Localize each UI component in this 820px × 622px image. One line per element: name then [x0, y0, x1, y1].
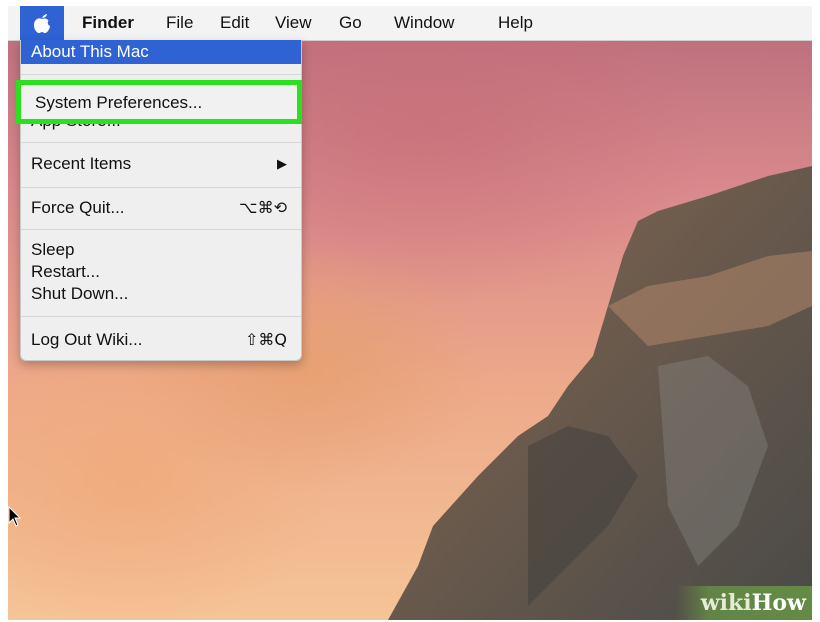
menu-help[interactable]: Help: [498, 6, 533, 40]
watermark-wiki: wiki: [700, 590, 752, 616]
menu-view[interactable]: View: [275, 6, 312, 40]
menu-item-force-quit[interactable]: Force Quit... ⌥⌘⟲: [21, 196, 301, 220]
menu-item-about-this-mac[interactable]: About This Mac: [21, 40, 301, 64]
submenu-arrow-icon: ▶: [277, 156, 287, 171]
menu-finder[interactable]: Finder: [82, 6, 134, 40]
menu-item-recent-items[interactable]: Recent Items ▶: [21, 152, 301, 176]
about-this-mac-label: About This Mac: [31, 42, 149, 61]
menu-window[interactable]: Window: [394, 6, 454, 40]
apple-menu-button[interactable]: [20, 6, 64, 40]
system-preferences-label: System Preferences...: [35, 93, 203, 112]
apple-logo-icon: [34, 14, 50, 33]
mouse-pointer-icon: [8, 506, 22, 527]
menu-item-system-preferences[interactable]: System Preferences...: [16, 80, 302, 124]
restart-label: Restart...: [31, 262, 100, 281]
menu-divider: [21, 74, 301, 75]
menu-item-restart[interactable]: Restart...: [21, 261, 301, 283]
menu-divider: [21, 229, 301, 230]
menu-file[interactable]: File: [166, 6, 193, 40]
force-quit-label: Force Quit...: [31, 198, 125, 217]
menu-item-sleep[interactable]: Sleep: [21, 239, 301, 261]
log-out-label: Log Out Wiki...: [31, 330, 143, 349]
menu-item-shut-down[interactable]: Shut Down...: [21, 283, 301, 305]
wikihow-watermark: wikiHow: [676, 586, 812, 620]
menu-item-log-out[interactable]: Log Out Wiki... ⇧⌘Q: [21, 328, 301, 352]
sleep-label: Sleep: [31, 240, 75, 259]
menu-divider: [21, 187, 301, 188]
log-out-shortcut: ⇧⌘Q: [245, 330, 287, 349]
menu-divider: [21, 316, 301, 317]
watermark-how: How: [751, 590, 806, 616]
menu-edit[interactable]: Edit: [220, 6, 249, 40]
menu-go[interactable]: Go: [339, 6, 362, 40]
recent-items-label: Recent Items: [31, 154, 132, 173]
menu-divider: [21, 142, 301, 143]
force-quit-shortcut: ⌥⌘⟲: [239, 198, 287, 217]
shut-down-label: Shut Down...: [31, 284, 129, 303]
menu-bar: Finder File Edit View Go Window Help: [8, 6, 812, 41]
